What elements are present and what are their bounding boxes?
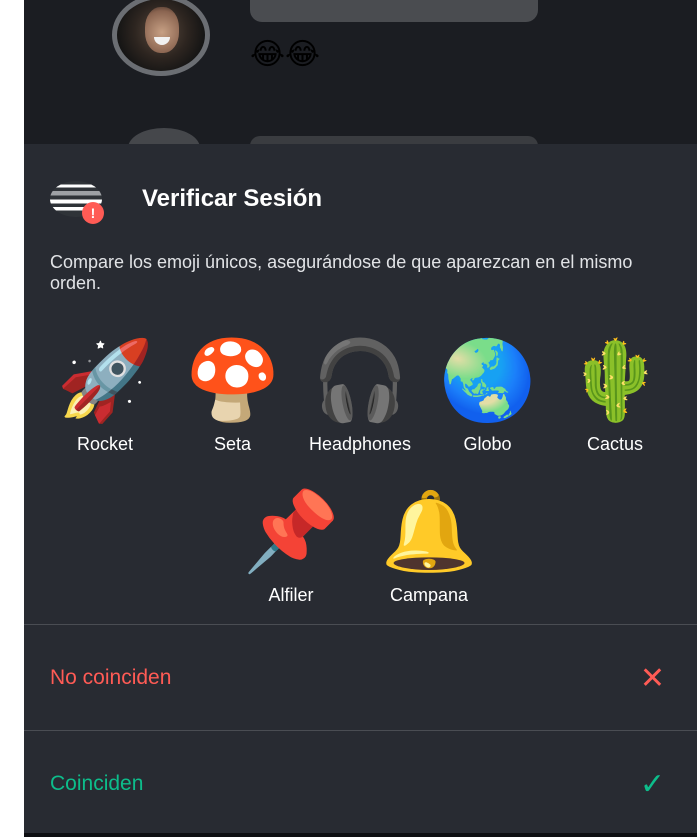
- emoji-cactus: 🌵 Cactus: [560, 334, 670, 455]
- pin-icon: 📌: [242, 487, 340, 575]
- emoji-headphones: 🎧 Headphones: [305, 334, 415, 455]
- mismatch-label: No coinciden: [50, 666, 172, 689]
- app-frame: 😂😂 Verificar Sesión ! Compare los emoji …: [24, 0, 697, 837]
- mismatch-button[interactable]: No coinciden ✕: [24, 626, 697, 730]
- close-icon: ✕: [639, 661, 665, 695]
- globe-icon: 🌏: [438, 336, 537, 424]
- emoji-label: Globo: [463, 434, 512, 454]
- checkmark-icon: ✓: [639, 767, 665, 801]
- chat-user-avatar[interactable]: [112, 0, 210, 76]
- divider: [24, 624, 697, 625]
- warning-shield-icon: !: [82, 202, 104, 224]
- emoji-row-1: 🚀 Rocket 🍄 Seta 🎧 Headphones 🌏 Globo 🌵 C…: [50, 334, 670, 455]
- emoji-label: Campana: [389, 585, 469, 605]
- emoji-label: Seta: [213, 434, 252, 454]
- rocket-icon: 🚀: [56, 336, 154, 424]
- emoji-grid: 🚀 Rocket 🍄 Seta 🎧 Headphones 🌏 Globo 🌵 C…: [50, 334, 670, 606]
- bell-icon: 🔔: [380, 487, 478, 575]
- sheet-title: Verificar Sesión: [142, 185, 323, 212]
- emoji-rocket: 🚀 Rocket: [50, 334, 160, 455]
- emoji-globe: 🌏 Globo: [433, 334, 543, 455]
- bottom-edge: [24, 833, 697, 837]
- chat-reaction-emoji: 😂😂: [250, 38, 321, 71]
- mushroom-icon: 🍄: [183, 336, 282, 424]
- emoji-label: Headphones: [308, 434, 412, 454]
- divider: [24, 730, 697, 731]
- cactus-icon: 🌵: [566, 336, 664, 424]
- emoji-label: Rocket: [76, 434, 134, 454]
- match-label: Coinciden: [50, 772, 144, 795]
- emoji-bell: 🔔 Campana: [374, 485, 484, 606]
- emoji-label: Alfiler: [268, 585, 314, 605]
- verify-session-sheet: Verificar Sesión ! Compare los emoji úni…: [24, 144, 697, 837]
- avatar-face: [145, 7, 179, 53]
- emoji-label: Cactus: [586, 434, 644, 454]
- emoji-mushroom: 🍄 Seta: [178, 334, 288, 455]
- emoji-row-2: 📌 Alfiler 🔔 Campana: [50, 485, 670, 606]
- chat-message-bubble: [250, 0, 538, 22]
- verification-description: Compare los emoji únicos, asegurándose d…: [50, 252, 633, 293]
- emoji-pin: 📌 Alfiler: [236, 485, 346, 606]
- headphones-icon: 🎧: [311, 336, 409, 424]
- match-button[interactable]: Coinciden ✓: [24, 732, 697, 836]
